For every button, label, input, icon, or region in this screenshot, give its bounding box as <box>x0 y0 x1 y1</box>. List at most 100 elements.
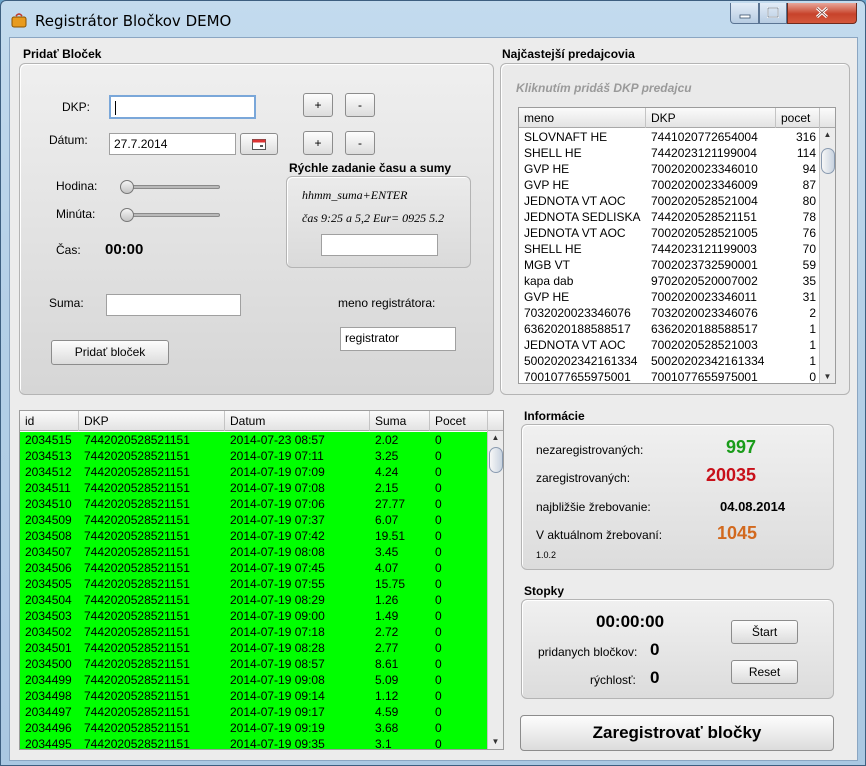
col-suma[interactable]: Suma <box>370 411 430 431</box>
hodina-slider-thumb[interactable] <box>120 180 134 194</box>
blocek-cell: 7442020528521151 <box>84 641 190 655</box>
col-pocet[interactable]: Pocet <box>430 411 488 431</box>
zaregistrovat-button[interactable]: Zaregistrovať bločky <box>520 715 834 751</box>
blocky-table[interactable]: id DKP Datum Suma Pocet 2034515 744202052… <box>19 410 504 750</box>
predajca-row[interactable]: GVP HE 7002020023346009 87 <box>519 177 820 193</box>
predajca-row[interactable]: 7032020023346076 7032020023346076 2 <box>519 305 820 321</box>
predajca-row[interactable]: 6362020188588517 6362020188588517 1 <box>519 321 820 337</box>
blocek-row[interactable]: 2034511 7442020528521151 2014-07-19 07:08 2… <box>20 480 488 496</box>
predajca-row[interactable]: 500202023421613​34 5002020234216133​4 1 <box>519 353 820 369</box>
predajca-cell: 1 <box>809 354 816 368</box>
scroll-up-arrow-icon[interactable]: ▲ <box>488 431 503 445</box>
dkp-minus-button[interactable]: - <box>345 93 375 117</box>
blocek-row[interactable]: 2034499 7442020528521151 2014-07-19 09:08 5… <box>20 672 488 688</box>
blocek-row[interactable]: 2034496 7442020528521151 2014-07-19 09:19 3… <box>20 720 488 736</box>
blocek-cell: 0 <box>435 689 442 703</box>
blocek-row[interactable]: 2034501 7442020528521151 2014-07-19 08:28 2… <box>20 640 488 656</box>
blocek-cell: 2.72 <box>375 625 399 639</box>
blocky-scrollbar[interactable]: ▲ ▼ <box>487 431 503 749</box>
predajca-row[interactable]: JEDNOTA VT AOC 7002020528521005 76 <box>519 225 820 241</box>
scroll-thumb[interactable] <box>821 148 835 174</box>
blocek-cell: 2014-07-19 07:06 <box>230 497 325 511</box>
rychlost-value: 0 <box>650 668 660 687</box>
datum-input[interactable]: 27.7.2014 <box>109 133 236 155</box>
datum-plus-button[interactable]: + <box>303 131 333 155</box>
nezaregistrovanych-value: 997 <box>726 437 757 457</box>
blocek-row[interactable]: 2034500 7442020528521151 2014-07-19 08:57 8… <box>20 656 488 672</box>
predajca-row[interactable]: GVP HE 7002020023346011 31 <box>519 289 820 305</box>
predajca-cell: 114 <box>796 146 816 160</box>
blocek-cell: 2034501 <box>25 641 72 655</box>
blocek-cell: 2014-07-19 08:57 <box>230 657 325 671</box>
suma-input[interactable] <box>106 294 241 316</box>
maximize-button[interactable] <box>759 3 787 24</box>
blocek-cell: 7442020528521151 <box>84 721 190 735</box>
blocek-row[interactable]: 2034515 7442020528521151 2014-07-23 08:57 2… <box>20 432 488 448</box>
blocek-cell: 2034503 <box>25 609 72 623</box>
col-datum[interactable]: Datum <box>225 411 370 431</box>
blocek-row[interactable]: 2034512 7442020528521151 2014-07-19 07:09 4… <box>20 464 488 480</box>
blocek-row[interactable]: 2034509 7442020528521151 2014-07-19 07:37 6… <box>20 512 488 528</box>
predajca-row[interactable]: SHELL HE 7442023121199004 114 <box>519 145 820 161</box>
reset-button[interactable]: Reset <box>731 660 798 684</box>
scroll-down-arrow-icon[interactable]: ▼ <box>820 370 835 383</box>
blocek-row[interactable]: 2034502 7442020528521151 2014-07-19 07:18 2… <box>20 624 488 640</box>
dkp-plus-button[interactable]: + <box>303 93 333 117</box>
predajca-cell: 7442023121199004 <box>651 146 757 160</box>
predajca-row[interactable]: JEDNOTA SEDLISKA 7442020528521151 78 <box>519 209 820 225</box>
blocek-row[interactable]: 2034506 7442020528521151 2014-07-19 07:45 4… <box>20 560 488 576</box>
blocek-row[interactable]: 2034508 7442020528521151 2014-07-19 07:42 1… <box>20 528 488 544</box>
title-bar[interactable]: Registrátor Bločkov DEMO <box>1 1 865 37</box>
predajca-cell: 70 <box>802 242 816 256</box>
calendar-button[interactable] <box>240 133 278 155</box>
start-button[interactable]: Štart <box>731 620 798 644</box>
blocek-row[interactable]: 2034505 7442020528521151 2014-07-19 07:55 1… <box>20 576 488 592</box>
blocek-row[interactable]: 2034513 7442020528521151 2014-07-19 07:11 3… <box>20 448 488 464</box>
blocek-cell: 2034510 <box>25 497 72 511</box>
blocek-row[interactable]: 2034507 7442020528521151 2014-07-19 08:08 3… <box>20 544 488 560</box>
predajca-cell: 59 <box>802 258 816 272</box>
predajca-row[interactable]: GVP HE 7002020023346010 94 <box>519 161 820 177</box>
predajca-row[interactable]: JEDNOTA VT AOC 7002020528521003 1 <box>519 337 820 353</box>
col-pocet[interactable]: pocet <box>776 108 820 128</box>
meno-registratora-input[interactable]: registrator <box>340 327 456 351</box>
scroll-thumb[interactable] <box>489 447 503 473</box>
col-dkp[interactable]: DKP <box>646 108 776 128</box>
col-meno[interactable]: meno <box>519 108 646 128</box>
minuta-slider[interactable] <box>120 208 220 222</box>
predajca-row[interactable]: kapa dab 9702020520007002 35 <box>519 273 820 289</box>
predajcovia-scrollbar[interactable]: ▲ ▼ <box>819 128 835 383</box>
pridanych-blockov-value: 0 <box>650 640 660 659</box>
predajca-row[interactable]: JEDNOTA VT AOC 7002020528521004 80 <box>519 193 820 209</box>
close-button[interactable] <box>787 3 857 24</box>
scroll-down-arrow-icon[interactable]: ▼ <box>488 735 503 749</box>
blocek-cell: 7442020528521151 <box>84 609 190 623</box>
blocek-cell: 2034508 <box>25 529 72 543</box>
blocek-row[interactable]: 2034510 7442020528521151 2014-07-19 07:06 2… <box>20 496 488 512</box>
blocek-cell: 2034513 <box>25 449 72 463</box>
blocek-row[interactable]: 2034498 7442020528521151 2014-07-19 09:14 1… <box>20 688 488 704</box>
predajca-cell: 87 <box>802 178 816 192</box>
pridat-blocek-button[interactable]: Pridať bloček <box>51 340 169 365</box>
col-id[interactable]: id <box>20 411 79 431</box>
minimize-button[interactable] <box>730 3 759 24</box>
predajca-row[interactable]: 7001077655975001 7001077655975001 0 <box>519 369 820 383</box>
predajca-row[interactable]: SHELL HE 7442023121199003 70 <box>519 241 820 257</box>
predajca-row[interactable]: MGB VT 7002023732590001 59 <box>519 257 820 273</box>
rychle-input[interactable] <box>321 234 438 256</box>
predajca-cell: 1 <box>809 322 816 336</box>
aktualne-zrebovanie-label: V aktuálnom žrebovaní: <box>536 528 663 542</box>
hodina-slider[interactable] <box>120 180 220 194</box>
blocek-row[interactable]: 2034504 7442020528521151 2014-07-19 08:29 1… <box>20 592 488 608</box>
blocek-row[interactable]: 2034497 7442020528521151 2014-07-19 09:17 4… <box>20 704 488 720</box>
minuta-slider-thumb[interactable] <box>120 208 134 222</box>
blocek-row[interactable]: 2034503 7442020528521151 2014-07-19 09:00 1… <box>20 608 488 624</box>
predajca-row[interactable]: SLOVNAFT HE 7441020772654004 316 <box>519 129 820 145</box>
predajcovia-table[interactable]: meno DKP pocet SLOVNAFT HE 74410207726540… <box>518 107 836 384</box>
datum-minus-button[interactable]: - <box>345 131 375 155</box>
blocek-cell: 7442020528521151 <box>84 657 190 671</box>
dkp-input[interactable] <box>109 95 256 119</box>
blocek-row[interactable]: 2034495 7442020528521151 2014-07-19 09:35 3… <box>20 736 488 749</box>
scroll-up-arrow-icon[interactable]: ▲ <box>820 128 835 142</box>
col-dkp[interactable]: DKP <box>79 411 225 431</box>
